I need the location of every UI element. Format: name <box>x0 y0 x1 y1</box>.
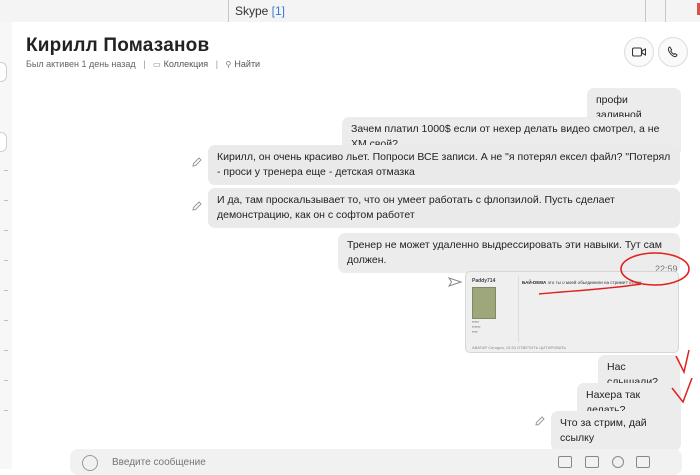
video-call-button[interactable] <box>624 37 654 67</box>
attachment-username: Paddy714 <box>472 278 496 284</box>
sidebar-mark <box>4 410 8 411</box>
sidebar-mark <box>4 320 8 321</box>
app-name: Skype <box>234 4 269 18</box>
message-input[interactable] <box>110 456 414 469</box>
find-label: Найти <box>234 59 261 69</box>
attachment-user-pane: Paddy714 ▪▪▪▪▪ ▪▪▪▪▪▪ ▪▪▪▪ <box>472 278 516 344</box>
window-divider <box>645 0 646 22</box>
title-bar: Skype [1] <box>0 0 700 23</box>
edit-icon[interactable] <box>191 156 203 168</box>
video-camera-icon <box>632 47 646 57</box>
conversation-header: Кирилл Помазанов Был активен 1 день наза… <box>12 22 700 79</box>
attachment-divider <box>518 276 519 342</box>
message-bubble[interactable]: Что за стрим, дай ссылку <box>551 411 681 451</box>
phone-icon <box>667 46 678 58</box>
sidebar-mark <box>4 380 8 381</box>
sidebar-mark <box>4 230 8 231</box>
message-bubble[interactable]: Тренер не может удаленно выдрессировать … <box>338 233 680 273</box>
attachment-filler: ▪▪▪▪▪ ▪▪▪▪▪▪ ▪▪▪▪ <box>472 319 481 334</box>
sidebar-handle[interactable] <box>0 62 7 82</box>
attachment-message: БАЙ-DEMA это ты о моей обьединили на стр… <box>522 280 641 285</box>
search-icon: ⚲ <box>225 60 232 69</box>
sidebar-mark <box>4 350 8 351</box>
window-divider <box>665 0 666 22</box>
message-text: Что за стрим, дай ссылку <box>560 417 647 444</box>
message-text: Кирилл, он очень красиво льет. Попроси В… <box>217 151 671 178</box>
edit-icon[interactable] <box>534 415 546 427</box>
media-icon[interactable] <box>558 456 572 468</box>
attachment-avatar <box>472 287 496 319</box>
attachment-footer: АВАТАР Сегодня, 19:33 ОТВЕТИТЬ ЦИТИРОВАТ… <box>472 345 567 350</box>
meta-separator: | <box>215 59 219 69</box>
meta-separator: | <box>143 59 146 69</box>
location-icon[interactable] <box>612 456 624 468</box>
sidebar-mark <box>4 260 8 261</box>
gallery-link[interactable]: ▭ Коллекция <box>153 59 208 69</box>
contact-card-icon[interactable] <box>585 456 599 468</box>
edit-icon[interactable] <box>191 200 203 212</box>
attachment-message-text: это ты о моей обьединили на стриме? отло… <box>547 280 642 285</box>
message-bubble[interactable]: И да, там проскальзывает то, что он умее… <box>208 188 680 228</box>
audio-call-button[interactable] <box>658 37 688 67</box>
window-title: Skype [1] <box>0 4 520 18</box>
more-icon[interactable] <box>636 456 650 468</box>
sidebar-mark <box>4 170 8 171</box>
sidebar-mark <box>4 200 8 201</box>
image-attachment[interactable]: Paddy714 ▪▪▪▪▪ ▪▪▪▪▪▪ ▪▪▪▪ БАЙ-DEMA это ты… <box>465 271 679 353</box>
message-text: И да, там проскальзывает то, что он умее… <box>217 194 615 221</box>
unread-count: [1] <box>271 4 286 18</box>
contact-name[interactable]: Кирилл Помазанов <box>26 35 209 57</box>
last-active-status: Был активен 1 день назад <box>26 59 136 69</box>
forward-icon[interactable] <box>448 277 462 287</box>
sidebar-mark <box>4 290 8 291</box>
gallery-label: Коллекция <box>163 59 209 69</box>
header-meta: Был активен 1 день назад | ▭ Коллекция | … <box>26 59 260 69</box>
message-list[interactable]: профи заливной Зачем платил 1000$ если о… <box>12 78 700 469</box>
compose-bar <box>70 449 682 475</box>
find-link[interactable]: ⚲ Найти <box>226 59 261 69</box>
window-divider <box>228 0 229 22</box>
message-bubble[interactable]: Кирилл, он очень красиво льет. Попроси В… <box>208 145 680 185</box>
message-text: Тренер не может удаленно выдрессировать … <box>347 239 662 266</box>
sidebar-handle[interactable] <box>0 132 7 152</box>
attachment-author: БАЙ-DEMA <box>522 280 547 285</box>
gallery-icon: ▭ <box>153 60 161 69</box>
